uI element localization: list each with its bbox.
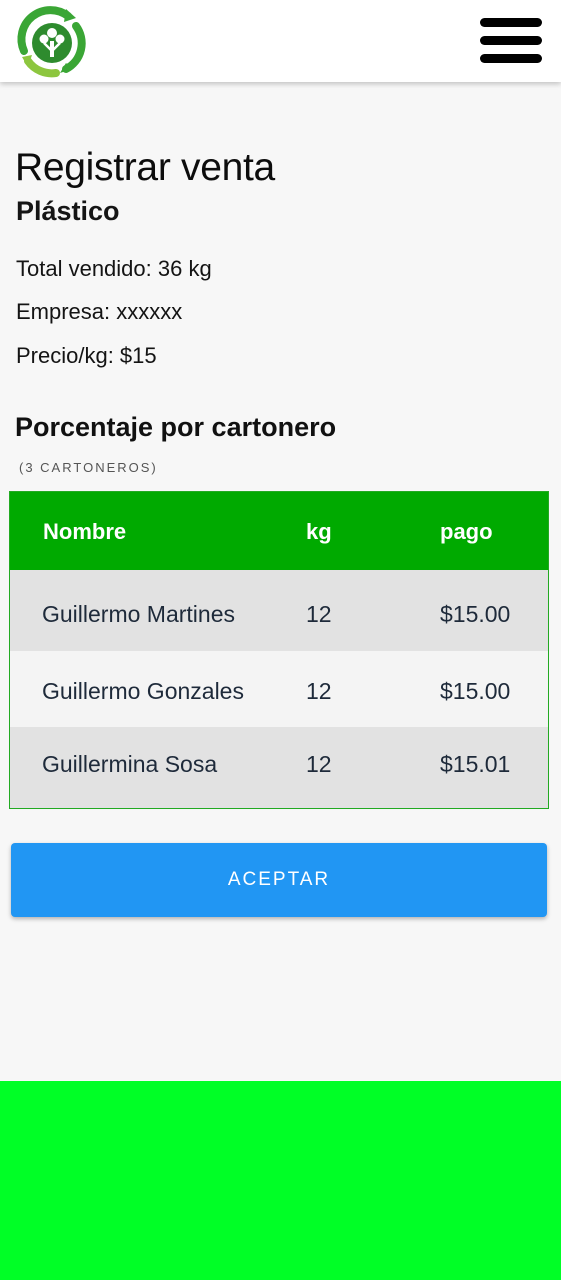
cell-kg: 12 <box>306 601 332 627</box>
collectors-table: Nombre kg pago Guillermo Martines 12 $15… <box>9 491 549 809</box>
column-header-kg: kg <box>306 519 332 544</box>
material-name: Plástico <box>16 196 120 226</box>
cell-name: Guillermina Sosa <box>42 751 218 777</box>
table-row[interactable]: Guillermo Martines 12 $15.00 <box>10 570 548 651</box>
cell-kg: 12 <box>306 751 332 777</box>
column-header-payment: pago <box>440 519 493 544</box>
table-row[interactable]: Guillermina Sosa 12 $15.01 <box>10 727 548 808</box>
recycling-tree-logo-icon[interactable] <box>14 5 90 81</box>
menu-bar-top <box>480 18 542 27</box>
accept-button[interactable]: ACEPTAR <box>11 843 547 917</box>
table-row[interactable]: Guillermo Gonzales 12 $15.00 <box>10 651 548 727</box>
cell-payment: $15.00 <box>440 601 511 627</box>
top-app-bar <box>0 0 561 82</box>
menu-bar-bottom <box>480 54 542 63</box>
footer-band <box>0 1081 561 1280</box>
cell-payment: $15.00 <box>440 678 511 704</box>
collector-count-caption: (3 CARTONEROS) <box>19 460 158 475</box>
cell-name: Guillermo Gonzales <box>42 678 244 704</box>
total-sold-text: Total vendido: 36 kg <box>16 256 212 281</box>
menu-bar-middle <box>480 36 542 45</box>
section-title: Porcentaje por cartonero <box>15 412 337 442</box>
cell-name: Guillermo Martines <box>42 601 235 627</box>
price-per-kg-text: Precio/kg: $15 <box>16 343 157 368</box>
column-header-name: Nombre <box>43 519 127 544</box>
table-header: Nombre kg pago <box>10 492 548 570</box>
hamburger-menu-icon[interactable] <box>478 16 544 66</box>
page-title: Registrar venta <box>15 146 275 189</box>
company-text: Empresa: xxxxxx <box>16 299 183 324</box>
cell-payment: $15.01 <box>440 751 511 777</box>
cell-kg: 12 <box>306 678 332 704</box>
